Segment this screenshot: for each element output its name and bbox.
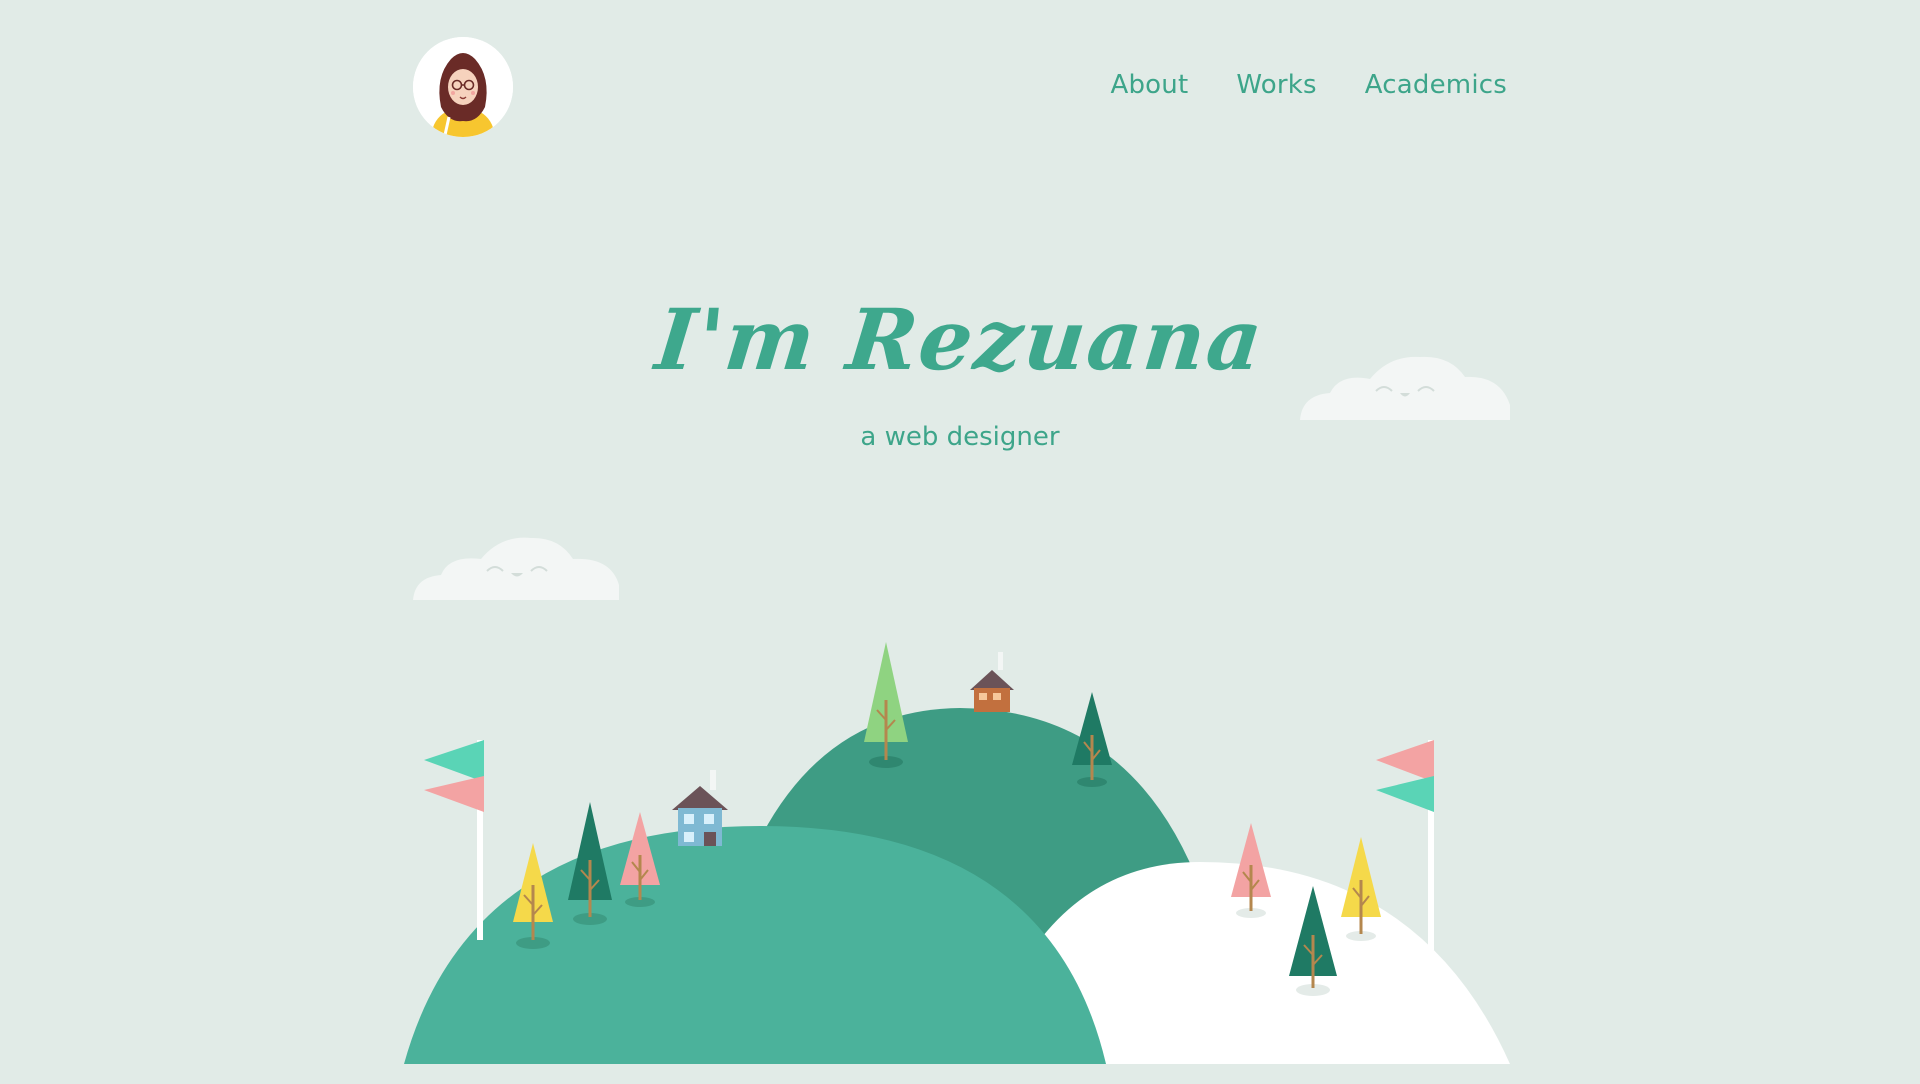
flag-left-icon (424, 740, 484, 940)
hills-illustration (404, 642, 1510, 1064)
house-icon (970, 652, 1014, 712)
house-icon (672, 770, 728, 846)
